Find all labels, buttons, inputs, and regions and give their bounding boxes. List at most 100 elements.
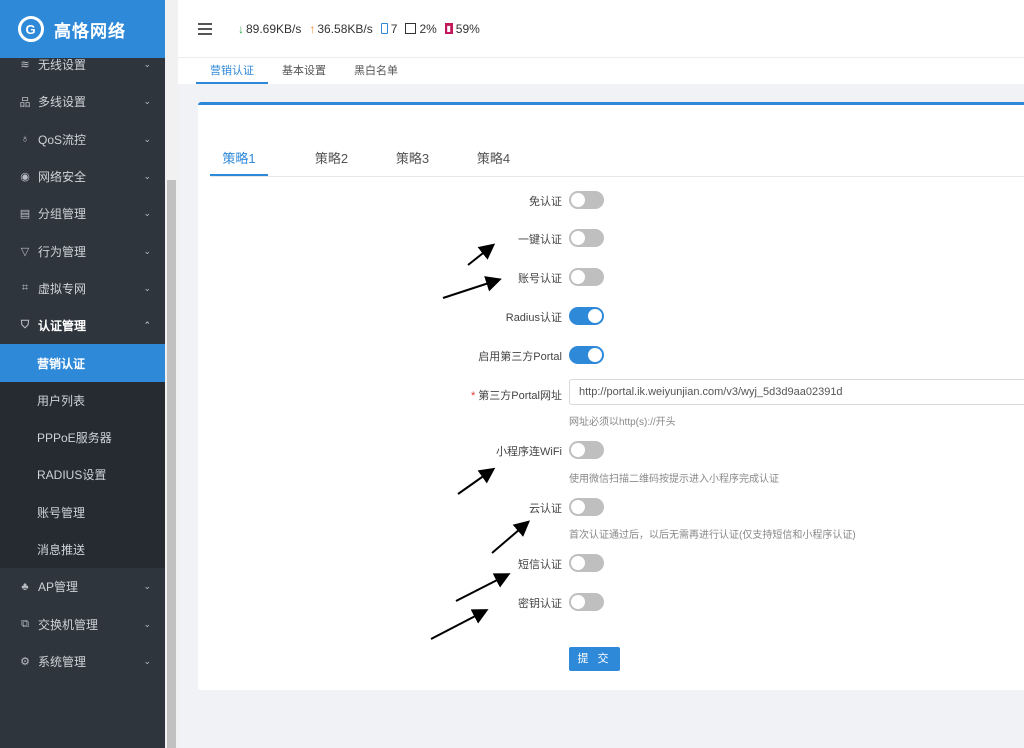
row-radius-auth: Radius认证 <box>198 305 1024 327</box>
menu-collapse-icon[interactable] <box>198 22 212 35</box>
sidebar-subitem-label: 账号管理 <box>37 505 86 520</box>
multiline-icon: 品 <box>19 96 31 109</box>
tab-marketing-auth[interactable]: 营销认证 <box>196 58 268 84</box>
sidebar-menu: ≋ 无线设置 ⌄ 品多线设置 ⌄ ♁ QoS流控 ⌄ ◉ 网络安全 ⌄ ▤ 分组管理 ⌄ ▽ 行为管… <box>0 46 165 680</box>
onekey-auth-label: 一键认证 <box>518 234 562 246</box>
sidebar-subitem-label: RADIUS设置 <box>37 468 107 483</box>
radius-auth-label: Radius认证 <box>505 312 562 324</box>
tab-basic-settings[interactable]: 基本设置 <box>268 58 340 84</box>
portal-url-label-text: 第三方Portal网址 <box>478 390 562 402</box>
sidebar-subitem-label: 用户列表 <box>37 393 86 408</box>
sidebar-item-switch[interactable]: ⧉ 交换机管理 ⌄ <box>0 605 165 642</box>
upload-value: 36.58KB/s <box>317 21 373 36</box>
sidebar-item-vpn[interactable]: ⌗ 虚拟专网 ⌄ <box>0 270 165 307</box>
row-onekey-auth: 一键认证 <box>198 227 1024 249</box>
cloud-auth-toggle[interactable] <box>569 498 604 516</box>
cloud-auth-label: 云认证 <box>529 503 562 515</box>
sidebar-item-label: 认证管理 <box>38 319 87 334</box>
sidebar-subitem-label: 营销认证 <box>37 356 86 371</box>
arrow-down-icon: ↓ <box>238 21 244 36</box>
memory-icon: ▮ <box>444 23 453 34</box>
sidebar-item-label: 无线设置 <box>38 58 87 73</box>
required-mark: * <box>470 390 476 402</box>
sidebar-scrollbar-thumb[interactable] <box>167 180 176 748</box>
brand-name: 高恪网络 <box>54 21 126 41</box>
chevron-down-icon: ⌄ <box>143 96 151 107</box>
arrow-up-icon: ↑ <box>309 21 316 36</box>
sidebar-item-ap[interactable]: ♣ AP管理 ⌄ <box>0 568 165 605</box>
strategy-tabs: 策略1 策略2 策略3 策略4 <box>210 143 1024 177</box>
sidebar-item-label: 网络安全 <box>38 170 87 185</box>
group-icon: ▤ <box>19 208 31 221</box>
chevron-down-icon: ⌄ <box>143 282 151 293</box>
sidebar-item-label: 虚拟专网 <box>38 281 87 296</box>
sidebar-subitem-label: PPPoE服务器 <box>37 431 112 446</box>
chevron-up-icon: ⌃ <box>143 320 151 331</box>
third-portal-label: 启用第三方Portal <box>478 351 562 363</box>
account-auth-toggle[interactable] <box>569 268 604 286</box>
sidebar: ≋ 无线设置 ⌄ 品多线设置 ⌄ ♁ QoS流控 ⌄ ◉ 网络安全 ⌄ ▤ 分组管理 ⌄ ▽ 行为管… <box>0 0 178 748</box>
third-portal-toggle[interactable] <box>569 346 604 364</box>
sidebar-item-label: 系统管理 <box>38 654 87 669</box>
tab-strategy-1[interactable]: 策略1 <box>210 143 268 176</box>
gear-icon: ⚙ <box>20 655 30 668</box>
onekey-auth-toggle[interactable] <box>569 229 604 247</box>
sidebar-item-auth[interactable]: ⛉ 认证管理 ⌃ <box>0 307 165 344</box>
ap-icon: ♣ <box>21 580 29 593</box>
sidebar-item-qos[interactable]: ♁ QoS流控 ⌄ <box>0 121 165 158</box>
cpu-icon <box>405 23 417 34</box>
free-auth-toggle[interactable] <box>569 191 604 209</box>
row-portal-url: * 第三方Portal网址 <box>198 379 1024 405</box>
sidebar-item-label: 分组管理 <box>38 207 87 222</box>
row-third-portal: 启用第三方Portal <box>198 344 1024 366</box>
miniapp-wifi-toggle[interactable] <box>569 441 604 459</box>
logo-icon: G <box>18 16 44 42</box>
sidebar-item-security[interactable]: ◉ 网络安全 ⌄ <box>0 158 165 195</box>
download-value: 89.69KB/s <box>246 21 302 36</box>
miniapp-wifi-help: 使用微信扫描二维码按提示进入小程序完成认证 <box>569 474 779 485</box>
chevron-down-icon: ⌄ <box>143 59 151 70</box>
sidebar-subitem-pppoe[interactable]: PPPoE服务器 <box>0 419 165 456</box>
sidebar-item-multiline[interactable]: 品多线设置 ⌄ <box>0 83 165 120</box>
radius-auth-toggle[interactable] <box>569 307 604 325</box>
sidebar-subitem-push[interactable]: 消息推送 <box>0 531 165 568</box>
bulb-icon: ♁ <box>20 133 30 146</box>
settings-card: 策略1 策略2 策略3 策略4 免认证 一键认证 账号认证 Radius认证 启… <box>198 102 1024 690</box>
sidebar-subitem-user-list[interactable]: 用户列表 <box>0 382 165 419</box>
sidebar-subitem-account[interactable]: 账号管理 <box>0 494 165 531</box>
portal-url-input[interactable] <box>569 379 1024 405</box>
portal-url-label: * 第三方Portal网址 <box>471 387 562 403</box>
row-key-auth: 密钥认证 <box>198 591 1024 613</box>
chevron-down-icon: ⌄ <box>143 655 151 666</box>
tab-strategy-2[interactable]: 策略2 <box>291 143 372 176</box>
tab-strategy-3[interactable]: 策略3 <box>372 143 453 176</box>
chevron-down-icon: ⌄ <box>143 171 151 182</box>
chevron-down-icon: ⌄ <box>143 245 151 256</box>
sidebar-item-label: 交换机管理 <box>38 617 99 632</box>
key-auth-toggle[interactable] <box>569 593 604 611</box>
device-count-value: 7 <box>390 21 398 36</box>
upload-speed: ↑ 36.58KB/s <box>309 22 372 36</box>
sidebar-item-label: AP管理 <box>38 580 79 595</box>
vpn-icon: ⌗ <box>21 281 29 294</box>
sidebar-item-label: QoS流控 <box>38 132 87 147</box>
submit-button[interactable]: 提 交 <box>569 647 620 671</box>
filter-icon: ▽ <box>20 245 30 258</box>
shield-icon: ◉ <box>20 171 30 184</box>
sms-auth-toggle[interactable] <box>569 554 604 572</box>
row-cloud-auth: 云认证 <box>198 496 1024 518</box>
sidebar-item-system[interactable]: ⚙ 系统管理 ⌄ <box>0 643 165 680</box>
sidebar-item-group[interactable]: ▤ 分组管理 ⌄ <box>0 195 165 232</box>
top-bar: ↓ 89.69KB/s ↑ 36.58KB/s 7 2% ▮ 59% <box>178 0 1024 58</box>
page-tabs: 营销认证 基本设置 黑白名单 <box>178 58 1024 84</box>
sidebar-subitem-radius[interactable]: RADIUS设置 <box>0 456 165 493</box>
chevron-down-icon: ⌄ <box>143 618 151 629</box>
auth-submenu: 营销认证 用户列表 PPPoE服务器 RADIUS设置 账号管理 消息推送 <box>0 344 165 569</box>
tab-blacklist[interactable]: 黑白名单 <box>340 58 412 84</box>
sidebar-item-behavior[interactable]: ▽ 行为管理 ⌄ <box>0 232 165 269</box>
memory-usage: ▮ 59% <box>444 22 480 36</box>
brand-logo[interactable]: G 高恪网络 <box>0 0 165 58</box>
chevron-down-icon: ⌄ <box>143 208 151 219</box>
sidebar-subitem-marketing-auth[interactable]: 营销认证 <box>0 344 165 382</box>
tab-strategy-4[interactable]: 策略4 <box>453 143 534 176</box>
